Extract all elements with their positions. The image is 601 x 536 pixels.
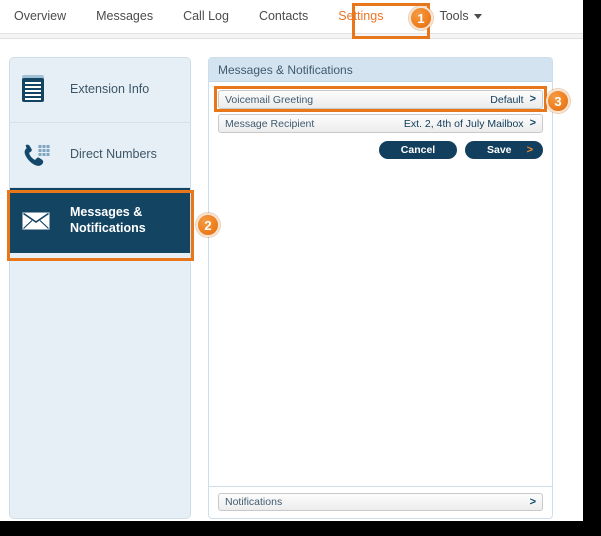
sidebar-item-messages-notifications[interactable]: Messages & Notifications (10, 188, 190, 253)
nav-item-overview-label: Overview (14, 9, 67, 23)
nav-item-contacts-label: Contacts (258, 9, 309, 23)
right-frame-strip (583, 0, 601, 536)
sidebar-item-direct-numbers-label: Direct Numbers (70, 147, 157, 162)
envelope-icon (22, 211, 62, 231)
bottom-frame-strip (0, 521, 601, 536)
voicemail-greeting-row[interactable]: Voicemail Greeting Default > (218, 90, 543, 109)
sidebar-item-extension-info[interactable]: Extension Info (10, 58, 190, 123)
top-navigation-bar: Overview Messages Call Log Contacts Sett… (0, 0, 583, 33)
message-recipient-value: Ext. 2, 4th of July Mailbox (403, 117, 524, 130)
phone-keypad-icon (22, 143, 62, 167)
step-badge-2: 2 (196, 213, 220, 237)
notifications-row[interactable]: Notifications > (218, 493, 543, 511)
app-screen: Overview Messages Call Log Contacts Sett… (0, 0, 601, 536)
step-badge-3: 3 (546, 89, 570, 113)
panel-button-row: Cancel Save > (218, 141, 543, 159)
messages-notifications-panel: Messages & Notifications Voicemail Greet… (208, 57, 553, 519)
nav-divider (0, 33, 583, 39)
notifications-label: Notifications (225, 496, 283, 508)
nav-item-overview[interactable]: Overview (14, 0, 96, 33)
sidebar-item-direct-numbers[interactable]: Direct Numbers (10, 123, 190, 188)
voicemail-greeting-label: Voicemail Greeting (225, 93, 314, 106)
nav-item-contacts[interactable]: Contacts (259, 0, 338, 33)
nav-item-call-log-label: Call Log (183, 9, 229, 23)
sidebar-item-extension-info-label: Extension Info (70, 82, 150, 97)
panel-body: Voicemail Greeting Default > Message Rec… (209, 82, 552, 486)
document-lines-icon (22, 78, 62, 102)
chevron-right-icon: > (529, 117, 536, 129)
nav-item-messages[interactable]: Messages (96, 0, 183, 33)
save-button-label: Save (487, 144, 512, 156)
nav-item-settings-label: Settings (338, 9, 384, 23)
chevron-right-icon: > (526, 144, 533, 156)
message-recipient-row[interactable]: Message Recipient Ext. 2, 4th of July Ma… (218, 114, 543, 133)
step-badge-1: 1 (409, 6, 433, 30)
settings-sidebar: Extension Info Direct Numbers Messages &… (9, 57, 191, 519)
message-recipient-label: Message Recipient (225, 117, 315, 130)
save-button[interactable]: Save > (465, 141, 543, 159)
panel-footer: Notifications > (209, 486, 552, 518)
chevron-right-icon: > (529, 93, 536, 105)
nav-item-tools[interactable]: Tools (439, 0, 482, 33)
panel-title: Messages & Notifications (209, 58, 552, 82)
chevron-right-icon: > (529, 495, 536, 508)
nav-item-tools-label: Tools (439, 9, 469, 23)
nav-item-call-log[interactable]: Call Log (183, 0, 259, 33)
sidebar-item-messages-notifications-label: Messages & Notifications (70, 204, 146, 235)
voicemail-greeting-value: Default (490, 93, 524, 106)
cancel-button[interactable]: Cancel (379, 141, 457, 159)
caret-down-icon (473, 14, 482, 19)
nav-item-messages-label: Messages (96, 9, 154, 23)
